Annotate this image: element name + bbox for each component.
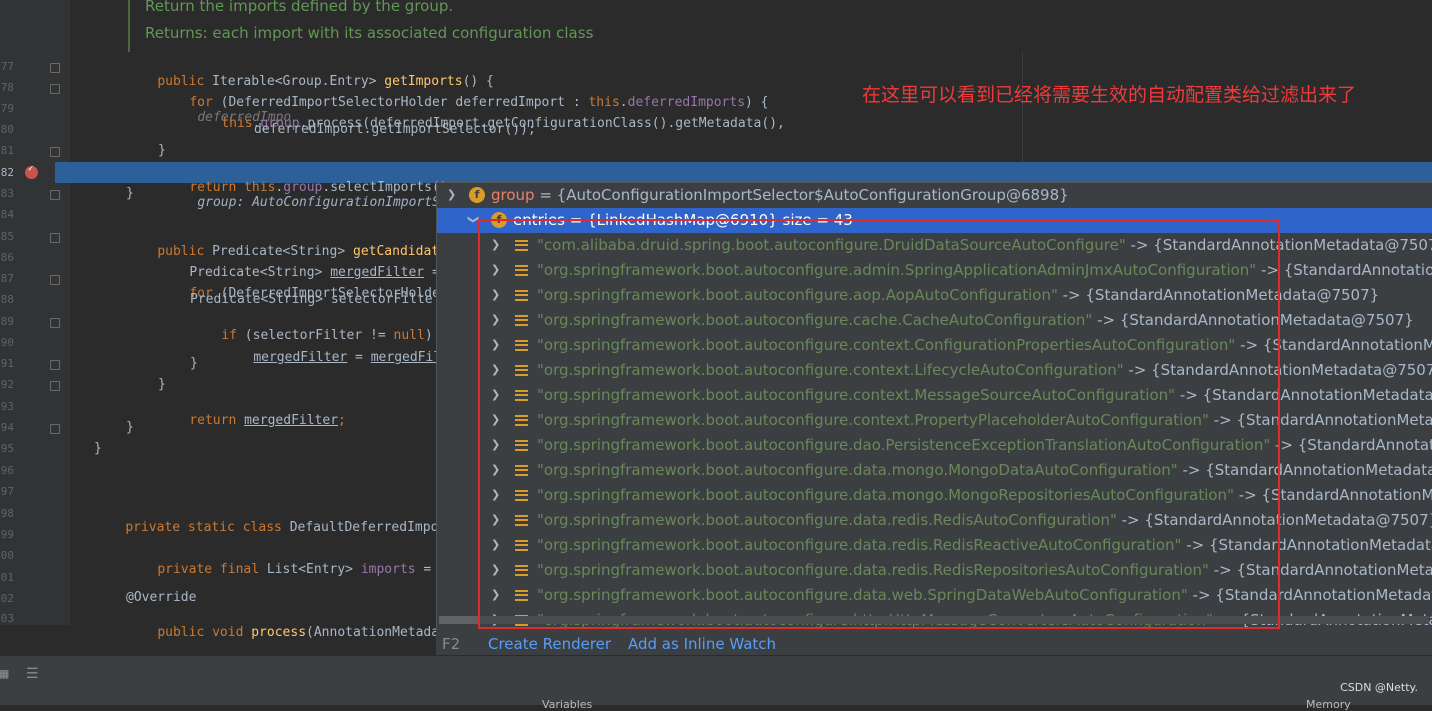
line-number: 81 [0, 144, 14, 157]
line-number: 84 [0, 208, 14, 221]
tree-node-group[interactable]: ❯ f group = {AutoConfigurationImportSele… [437, 183, 1432, 208]
field-icon: f [469, 187, 485, 203]
scrollbar-thumb[interactable] [439, 616, 479, 624]
fold-marker-icon[interactable] [50, 360, 60, 370]
line-number: 85 [0, 230, 14, 243]
code-line[interactable]: } [94, 441, 102, 456]
line-number: 03 [0, 612, 14, 625]
line-number: 83 [0, 187, 14, 200]
line-number: 91 [0, 357, 14, 370]
fold-marker-icon[interactable] [50, 424, 60, 434]
code-line[interactable]: } [158, 377, 166, 392]
add-inline-watch-link[interactable]: Add as Inline Watch [628, 635, 776, 653]
line-number: 99 [0, 528, 14, 541]
highlight-box [478, 219, 1280, 629]
line-number: 87 [0, 272, 14, 285]
line-number: 94 [0, 421, 14, 434]
line-number: 77 [0, 60, 14, 73]
settings-icon[interactable]: ☰ [26, 666, 39, 682]
line-number: 97 [0, 485, 14, 498]
rendered-javadoc: Return the imports defined by the group.… [128, 0, 1024, 52]
fold-marker-icon[interactable] [50, 190, 60, 200]
line-number: 93 [0, 400, 14, 413]
expand-arrow-icon[interactable]: ❯ [447, 188, 456, 201]
variables-tab[interactable]: Variables [542, 698, 592, 711]
fold-marker-icon[interactable] [50, 63, 60, 73]
line-gutter[interactable]: 77 78 79 80 81 82 83 84 85 86 87 88 89 9… [0, 0, 70, 625]
code-line[interactable]: @Override [126, 590, 196, 605]
fold-marker-icon[interactable] [50, 275, 60, 285]
line-number: 01 [0, 571, 14, 584]
code-line[interactable]: private static class DefaultDeferredImpo… [94, 505, 462, 550]
fold-marker-icon[interactable] [50, 318, 60, 328]
line-number: 90 [0, 336, 14, 349]
fold-marker-icon[interactable] [50, 233, 60, 243]
line-number: 82 [0, 166, 14, 179]
code-line[interactable]: } [126, 186, 134, 201]
javadoc-text: Return the imports defined by the group. [145, 0, 454, 15]
create-renderer-link[interactable]: Create Renderer [488, 635, 611, 653]
line-number: 86 [0, 251, 14, 264]
entry-value: -> {StandardAnnotationM [1260, 261, 1432, 279]
shortcut-hint: F2 [442, 635, 461, 653]
popup-footer: F2 Create Renderer Add as Inline Watch [436, 630, 1432, 658]
code-line[interactable]: } [190, 356, 198, 371]
line-number: 96 [0, 464, 14, 477]
breakpoint-icon[interactable] [25, 164, 38, 179]
memory-tab[interactable]: Memory [1306, 698, 1351, 711]
code-line[interactable]: } [158, 143, 166, 158]
fold-marker-icon[interactable] [50, 147, 60, 157]
code-line[interactable]: mergedFilter = mergedFilter [222, 335, 464, 380]
annotation-text: 在这里可以看到已经将需要生效的自动配置类给过滤出来了 [862, 84, 1357, 106]
line-number: 78 [0, 81, 14, 94]
fold-marker-icon[interactable] [50, 381, 60, 391]
code-line[interactable]: public void process(AnnotationMetadata [126, 610, 454, 655]
code-line[interactable]: Predicate<String> selectorFilte [190, 292, 433, 307]
bottom-tool-panel: ▦ ☰ Variables Memory CSDN @Netty. [0, 655, 1432, 711]
watermark: CSDN @Netty. [1340, 681, 1418, 694]
line-number: 88 [0, 293, 14, 306]
code-line[interactable]: } [126, 420, 134, 435]
line-number: 92 [0, 378, 14, 391]
variable-value: = {AutoConfigurationImportSelector$AutoC… [534, 186, 1069, 204]
variable-name: group [491, 186, 535, 204]
line-number: 79 [0, 102, 14, 115]
code-line[interactable]: deferredImport.getImportSelector()); [254, 122, 536, 137]
line-number: 00 [0, 549, 14, 562]
fold-marker-icon[interactable] [50, 84, 60, 94]
line-number: 89 [0, 315, 14, 328]
code-line[interactable]: private final List<Entry> imports = new [126, 547, 462, 592]
table-view-icon[interactable]: ▦ [0, 666, 8, 682]
line-number: 98 [0, 507, 14, 520]
line-number: 80 [0, 123, 14, 136]
line-number: 95 [0, 442, 14, 455]
line-number: 02 [0, 592, 14, 605]
code-line[interactable]: return mergedFilter; [158, 398, 346, 443]
entry-value: -> {StandardAnnotation [1275, 436, 1432, 454]
javadoc-text: Returns: each import with its associated… [145, 24, 594, 42]
